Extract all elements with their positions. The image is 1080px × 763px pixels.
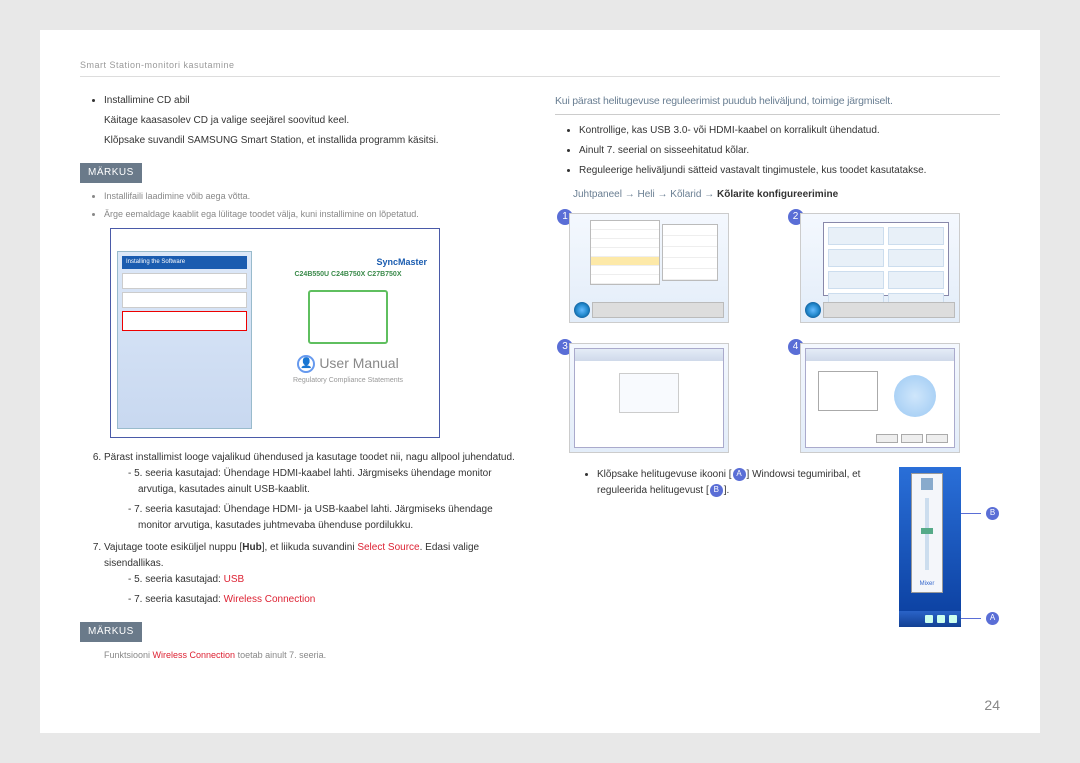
installer-banner: Installing the Software xyxy=(122,256,247,270)
callout-a: A xyxy=(986,612,999,625)
wireless-connection-label: Wireless Connection xyxy=(224,594,316,605)
model-numbers: C24B550U C24B750X C27B750X xyxy=(294,269,401,280)
document-page: Smart Station-monitori kasutamine Instal… xyxy=(40,30,1040,733)
volume-taskbar-screenshot: Mixer xyxy=(899,467,961,627)
installer-entry xyxy=(122,273,247,289)
screenshots-grid: 1 2 xyxy=(569,213,1000,453)
right-column: Kui pärast helitugevuse reguleerimist pu… xyxy=(555,93,1000,703)
screenshot-wrap-1: 1 xyxy=(569,213,770,323)
monitor-illustration xyxy=(308,290,388,344)
callout-b: B xyxy=(986,507,999,520)
installer-left-pane: Installing the Software xyxy=(117,251,252,429)
step-6-text: Pärast installimist looge vajalikud ühen… xyxy=(104,452,515,463)
screenshot-start-menu xyxy=(569,213,729,323)
volume-row: Klõpsake helitugevuse ikooni [A] Windows… xyxy=(573,467,1000,627)
markus-badge-2: MÄRKUS xyxy=(80,622,142,642)
usb-label: USB xyxy=(224,574,245,585)
path-juhtpaneel: Juhtpaneel xyxy=(573,189,622,200)
step-6: Pärast installimist looge vajalikud ühen… xyxy=(104,450,525,534)
installer-entry-selected xyxy=(122,311,247,331)
screenshot-speaker-config xyxy=(800,343,960,453)
step-7b-pre: 7. seeria kasutajad: xyxy=(134,594,224,605)
note-2-post: toetab ainult 7. seeria. xyxy=(235,650,326,660)
path-kolarid: Kõlarid xyxy=(670,189,701,200)
ts-bullet-3: Reguleerige heliväljundi sätteid vastava… xyxy=(579,163,1000,179)
step-7a: 5. seeria kasutajad: USB xyxy=(128,572,525,588)
path-konfiguratsioon: Kõlarite konfigureerimine xyxy=(717,189,838,200)
installer-right-pane: SyncMaster C24B550U C24B750X C27B750X 👤 … xyxy=(263,251,433,429)
note-2-pre: Funktsiooni xyxy=(104,650,153,660)
volume-slider xyxy=(925,498,929,570)
vol-pre: Klõpsake helitugevuse ikooni [ xyxy=(597,469,732,480)
step-7b: 7. seeria kasutajad: Wireless Connection xyxy=(128,592,525,608)
user-manual-title: 👤 User Manual xyxy=(297,352,398,374)
step-7-mid: ], et liikuda suvandini xyxy=(262,542,358,553)
step-6a: 5. seeria kasutajad: Ühendage HDMI-kaabe… xyxy=(128,466,525,498)
left-column: Installimine CD abil Käitage kaasasolev … xyxy=(80,93,525,703)
tray-icon xyxy=(925,615,933,623)
hub-button-label: Hub xyxy=(242,542,261,553)
install-cd-item: Installimine CD abil Käitage kaasasolev … xyxy=(104,93,525,149)
installer-entry xyxy=(122,292,247,308)
ts-bullet-2: Ainult 7. seerial on sisseehitatud kõlar… xyxy=(579,143,1000,159)
step-7-pre: Vajutage toote esiküljel nuppu [ xyxy=(104,542,242,553)
content-columns: Installimine CD abil Käitage kaasasolev … xyxy=(80,93,1000,703)
install-cd-label: Installimine CD abil xyxy=(104,95,190,106)
volume-tray-icon xyxy=(937,615,945,623)
mixer-link: Mixer xyxy=(918,578,937,592)
section-header: Smart Station-monitori kasutamine xyxy=(80,60,1000,77)
syncmaster-logo: SyncMaster xyxy=(376,255,427,269)
screenshot-sound-dialog xyxy=(569,343,729,453)
markus-badge-1: MÄRKUS xyxy=(80,163,142,183)
user-manual-text: User Manual xyxy=(319,352,398,374)
start-orb-icon xyxy=(805,302,821,318)
windows-taskbar xyxy=(899,611,961,627)
step-6b: 7. seeria kasutajad: Ühendage HDMI- ja U… xyxy=(128,502,525,534)
screenshot-control-panel xyxy=(800,213,960,323)
note-2-wc: Wireless Connection xyxy=(153,650,236,660)
note-1a: Installifaili laadimine võib aega võtta. xyxy=(104,189,525,203)
step-7a-pre: 5. seeria kasutajad: xyxy=(134,574,224,585)
start-side xyxy=(662,224,718,281)
screenshot-wrap-2: 2 xyxy=(800,213,1001,323)
note-1b: Ärge eemaldage kaablit ega lülitage tood… xyxy=(104,207,525,221)
screenshot-wrap-3: 3 xyxy=(569,343,770,453)
control-panel-path: Juhtpaneel → Heli → Kõlarid → Kõlarite k… xyxy=(573,187,1000,203)
select-source-label: Select Source xyxy=(357,542,419,553)
volume-slider-popup: Mixer xyxy=(911,473,943,593)
troubleshoot-heading: Kui pärast helitugevuse reguleerimist pu… xyxy=(555,93,1000,115)
ts-bullet-1: Kontrollige, kas USB 3.0- või HDMI-kaabe… xyxy=(579,123,1000,139)
page-number: 24 xyxy=(984,697,1000,713)
installer-screenshot: SAMSUNG Installing the Software SyncMast… xyxy=(110,228,440,438)
install-cd-desc1: Käitage kaasasolev CD ja valige seejärel… xyxy=(104,113,525,129)
volume-callouts: B A xyxy=(961,467,1000,627)
install-cd-desc2: Klõpsake suvandil SAMSUNG Smart Station,… xyxy=(104,133,525,149)
tray-icon xyxy=(949,615,957,623)
screenshot-wrap-4: 4 xyxy=(800,343,1001,453)
regulatory-text: Regulatory Compliance Statements xyxy=(293,375,403,386)
user-icon: 👤 xyxy=(297,355,315,373)
vol-post: ]. xyxy=(724,485,730,496)
start-menu xyxy=(590,220,660,285)
path-heli: Heli xyxy=(638,189,655,200)
step-7: Vajutage toote esiküljel nuppu [Hub], et… xyxy=(104,540,525,608)
volume-instruction: Klõpsake helitugevuse ikooni [A] Windows… xyxy=(597,467,887,499)
inline-badge-b: B xyxy=(710,484,723,497)
taskbar xyxy=(823,302,955,318)
start-orb-icon xyxy=(574,302,590,318)
speaker-icon xyxy=(921,478,933,490)
taskbar xyxy=(592,302,724,318)
inline-badge-a: A xyxy=(733,468,746,481)
